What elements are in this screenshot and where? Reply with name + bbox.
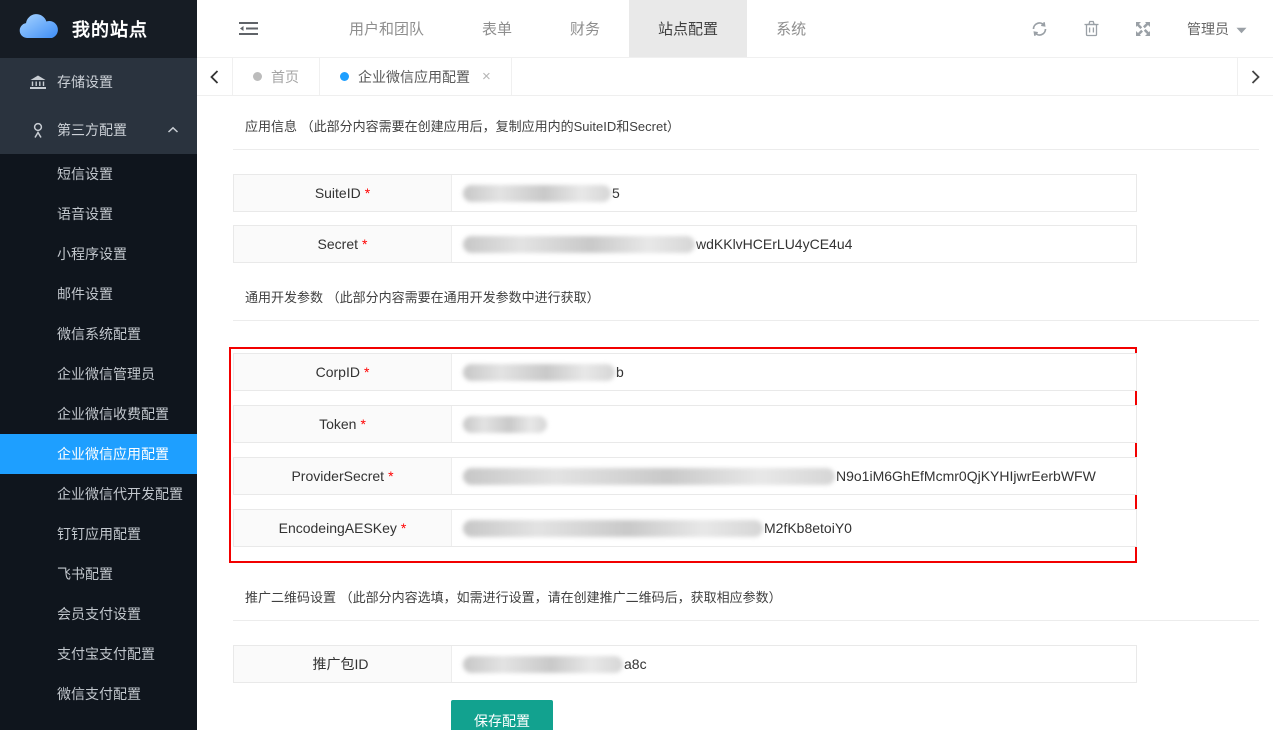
required-mark: *: [362, 236, 367, 252]
tab-wecom-app-config[interactable]: 企业微信应用配置 ×: [320, 58, 512, 95]
promo-package-id-field[interactable]: a8c: [452, 646, 1136, 682]
tab-status-dot: [340, 72, 349, 81]
sidebar-top-menu: 存储设置 第三方配置: [0, 58, 197, 154]
form-row-secret: Secret* wdKKlvHCErLU4yCE4u4: [233, 225, 1137, 263]
redacted-blur: [463, 236, 695, 253]
page-tabbar: 首页 企业微信应用配置 ×: [197, 58, 1273, 96]
sidebar-item-label: 存储设置: [57, 72, 113, 92]
sidebar-item-voice-settings[interactable]: 语音设置: [0, 194, 197, 234]
sidebar-item-feishu-config[interactable]: 飞书配置: [0, 554, 197, 594]
form-row-suiteid: SuiteID* 5: [233, 174, 1137, 212]
redacted-blur: [463, 468, 835, 485]
highlight-red-box: CorpID* b Token*: [229, 347, 1137, 563]
field-label: 推广包ID: [234, 646, 452, 682]
redacted-blur: [463, 364, 615, 381]
sidebar-collapse-icon[interactable]: [239, 21, 258, 36]
main-column: 用户和团队 表单 财务 站点配置 系统: [197, 0, 1273, 730]
suiteid-field[interactable]: 5: [452, 175, 1136, 211]
sidebar-item-third-party-config[interactable]: 第三方配置: [0, 106, 197, 154]
sidebar-item-wechat-system-config[interactable]: 微信系统配置: [0, 314, 197, 354]
field-label: EncodeingAESKey*: [234, 510, 452, 546]
top-nav: 用户和团队 表单 财务 站点配置 系统: [320, 0, 835, 57]
sidebar-item-wecom-dev-proxy-config[interactable]: 企业微信代开发配置: [0, 474, 197, 514]
nav-tab-system[interactable]: 系统: [747, 0, 835, 57]
user-menu[interactable]: 管理员: [1187, 19, 1247, 39]
providersecret-field[interactable]: N9o1iM6GhEfMcmr0QjKYHIjwrEerbWFW: [452, 458, 1136, 494]
required-mark: *: [401, 520, 406, 536]
sidebar-item-label: 第三方配置: [57, 120, 127, 140]
user-name: 管理员: [1187, 19, 1229, 39]
redacted-blur: [463, 520, 763, 537]
sidebar-item-storage-settings[interactable]: 存储设置: [0, 58, 197, 106]
sidebar-item-alipay-payment-config[interactable]: 支付宝支付配置: [0, 634, 197, 674]
logo: 我的站点: [0, 0, 197, 58]
person-share-icon: [28, 122, 48, 139]
trash-icon[interactable]: [1084, 20, 1099, 37]
required-mark: *: [388, 468, 393, 484]
tab-home[interactable]: 首页: [233, 58, 320, 95]
chevron-down-icon: [1236, 21, 1247, 37]
field-label: Token*: [234, 406, 452, 442]
site-title: 我的站点: [72, 16, 148, 42]
token-field[interactable]: [452, 406, 1136, 442]
section-title-promo-qrcode: 推广二维码设置 （此部分内容选填，如需进行设置，请在创建推广二维码后，获取相应参…: [233, 563, 1259, 621]
chevron-up-icon: [167, 126, 179, 134]
form-row-promo-package-id: 推广包ID a8c: [233, 645, 1137, 683]
save-config-button[interactable]: 保存配置: [451, 700, 553, 730]
encodeingaeskey-field[interactable]: M2fKb8etoiY0: [452, 510, 1136, 546]
form-row-corpid: CorpID* b: [233, 353, 1137, 391]
field-label: Secret*: [234, 226, 452, 262]
nav-tab-finance[interactable]: 财务: [541, 0, 629, 57]
form-row-encodeingaeskey: EncodeingAESKey* M2fKb8etoiY0: [233, 509, 1137, 547]
tabs-scroll-left-icon[interactable]: [197, 58, 233, 95]
nav-tab-site-config[interactable]: 站点配置: [629, 0, 747, 57]
required-mark: *: [360, 416, 365, 432]
sidebar-item-wecom-billing-config[interactable]: 企业微信收费配置: [0, 394, 197, 434]
required-mark: *: [365, 185, 370, 201]
tab-status-dot: [253, 72, 262, 81]
form-row-token: Token*: [233, 405, 1137, 443]
nav-tab-users-teams[interactable]: 用户和团队: [320, 0, 453, 57]
secret-field[interactable]: wdKKlvHCErLU4yCE4u4: [452, 226, 1136, 262]
corpid-field[interactable]: b: [452, 354, 1136, 390]
field-label: ProviderSecret*: [234, 458, 452, 494]
sidebar-item-wecom-admin[interactable]: 企业微信管理员: [0, 354, 197, 394]
sidebar-item-sms-settings[interactable]: 短信设置: [0, 154, 197, 194]
fullscreen-icon[interactable]: [1135, 21, 1151, 37]
redacted-blur: [463, 656, 623, 673]
field-label: SuiteID*: [234, 175, 452, 211]
redacted-blur: [463, 416, 547, 433]
cloud-logo-icon: [16, 11, 62, 48]
tab-label: 首页: [271, 67, 299, 87]
required-mark: *: [364, 364, 369, 380]
sidebar-item-wechat-payment-config[interactable]: 微信支付配置: [0, 674, 197, 714]
sidebar-submenu: 短信设置 语音设置 小程序设置 邮件设置 微信系统配置 企业微信管理员 企业微信…: [0, 154, 197, 730]
sidebar-item-miniprogram-settings[interactable]: 小程序设置: [0, 234, 197, 274]
sidebar-item-mail-settings[interactable]: 邮件设置: [0, 274, 197, 314]
sidebar-item-member-payment-settings[interactable]: 会员支付设置: [0, 594, 197, 634]
form-row-providersecret: ProviderSecret* N9o1iM6GhEfMcmr0QjKYHIjw…: [233, 457, 1137, 495]
refresh-icon[interactable]: [1031, 21, 1048, 37]
section-title-common-dev-params: 通用开发参数 （此部分内容需要在通用开发参数中进行获取）: [233, 263, 1259, 321]
sidebar-item-dingtalk-app-config[interactable]: 钉钉应用配置: [0, 514, 197, 554]
tabs-scroll-right-icon[interactable]: [1237, 58, 1273, 95]
redacted-blur: [463, 185, 611, 202]
nav-tab-forms[interactable]: 表单: [453, 0, 541, 57]
section-title-app-info: 应用信息 （此部分内容需要在创建应用后，复制应用内的SuiteID和Secret…: [233, 104, 1259, 150]
page-content: 应用信息 （此部分内容需要在创建应用后，复制应用内的SuiteID和Secret…: [197, 96, 1273, 730]
topbar-actions: 管理员: [1031, 0, 1273, 57]
top-header: 用户和团队 表单 财务 站点配置 系统: [197, 0, 1273, 58]
sidebar: 我的站点 存储设置: [0, 0, 197, 730]
bank-icon: [28, 74, 48, 90]
tab-label: 企业微信应用配置: [358, 67, 470, 87]
sidebar-item-wecom-app-config[interactable]: 企业微信应用配置: [0, 434, 197, 474]
field-label: CorpID*: [234, 354, 452, 390]
tab-close-icon[interactable]: ×: [482, 69, 491, 84]
app-window: 我的站点 存储设置: [0, 0, 1273, 730]
